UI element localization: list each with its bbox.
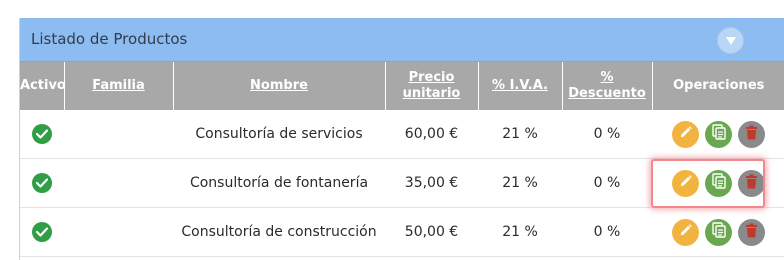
cell-familia <box>64 158 173 208</box>
chevron-down-icon <box>725 36 737 46</box>
edit-button[interactable] <box>672 169 699 197</box>
cell-familia <box>64 207 173 257</box>
trash-icon <box>745 174 758 193</box>
copy-button[interactable] <box>705 169 732 197</box>
check-circle-icon <box>32 222 52 242</box>
cell-operaciones <box>652 158 784 208</box>
cell-iva: 21 % <box>478 158 562 208</box>
copy-icon <box>711 173 726 193</box>
column-header-nombre[interactable]: Nombre <box>173 62 386 110</box>
column-header-iva[interactable]: % I.V.A. <box>478 62 563 110</box>
trash-icon <box>745 223 758 242</box>
copy-button[interactable] <box>705 218 732 246</box>
check-circle-icon <box>32 124 52 144</box>
products-table: Activo Familia Nombre Precio unitario % I… <box>20 62 784 257</box>
cell-nombre: Consultoría de construcción <box>173 207 385 257</box>
cell-nombre: Consultoría de fontanería <box>173 158 385 208</box>
delete-button[interactable] <box>738 120 765 148</box>
table-row: Consultoría de servicios 60,00 €21 % 0 % <box>20 110 784 159</box>
cell-precio: 35,00 € <box>385 158 478 208</box>
cell-descuento: 0 % <box>562 110 652 159</box>
column-header-familia[interactable]: Familia <box>64 62 174 110</box>
cell-descuento: 0 % <box>562 158 652 208</box>
column-header-operaciones: Operaciones <box>652 62 784 110</box>
trash-icon <box>745 125 758 144</box>
column-header-precio[interactable]: Precio unitario <box>385 62 479 110</box>
pencil-icon <box>678 125 693 144</box>
edit-button[interactable] <box>672 120 699 148</box>
cell-operaciones <box>652 110 784 159</box>
copy-button[interactable] <box>705 120 732 148</box>
edit-button[interactable] <box>672 218 699 246</box>
collapse-button[interactable] <box>717 27 744 54</box>
cell-precio: 50,00 € <box>385 207 478 257</box>
cell-operaciones <box>652 207 784 257</box>
column-header-descuento[interactable]: % Descuento <box>562 62 653 110</box>
cell-descuento: 0 % <box>562 207 652 257</box>
table-row: Consultoría de construcción 50,00 €21 % 0 … <box>20 207 784 257</box>
panel-header: Listado de Productos <box>20 18 784 62</box>
pencil-icon <box>678 223 693 242</box>
pencil-icon <box>678 174 693 193</box>
cell-familia <box>64 110 173 159</box>
table-header-row: Activo Familia Nombre Precio unitario % I… <box>20 62 784 110</box>
cell-activo <box>20 158 64 208</box>
cell-nombre: Consultoría de servicios <box>173 110 385 159</box>
copy-icon <box>711 124 726 144</box>
delete-button[interactable] <box>738 169 765 197</box>
cell-precio: 60,00 € <box>385 110 478 159</box>
cell-activo <box>20 110 64 159</box>
cell-iva: 21 % <box>478 110 562 159</box>
copy-icon <box>711 222 726 242</box>
cell-iva: 21 % <box>478 207 562 257</box>
table-row: Consultoría de fontanería 35,00 €21 % 0 % <box>20 158 784 208</box>
delete-button[interactable] <box>738 218 765 246</box>
column-header-activo: Activo <box>20 62 66 110</box>
panel-title: Listado de Productos <box>31 30 188 48</box>
product-list-panel: Listado de Productos Activo Familia Nomb… <box>19 18 784 260</box>
check-circle-icon <box>32 173 52 193</box>
cell-activo <box>20 207 64 257</box>
